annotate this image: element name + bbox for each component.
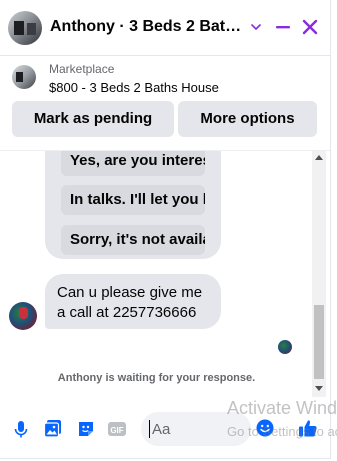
incoming-message: Can u please give me a call at 225773666…: [45, 274, 221, 329]
sender-avatar[interactable]: [9, 302, 37, 330]
photo-icon[interactable]: [43, 419, 63, 439]
chat-window: Anthony · 3 Beds 2 Baths House Marketpla…: [0, 0, 331, 459]
quick-reply-button[interactable]: Sorry, it's not available: [61, 225, 205, 255]
message-input-placeholder: Aa: [152, 421, 171, 438]
chat-title[interactable]: Anthony · 3 Beds 2 Baths House: [50, 18, 242, 36]
scrollbar[interactable]: [312, 151, 326, 397]
scroll-up-icon[interactable]: [315, 155, 323, 160]
message-list: Yes, are you interested? In talks. I'll …: [0, 150, 330, 397]
listing-thumbnail[interactable]: [12, 65, 36, 89]
listing-title[interactable]: $800 - 3 Beds 2 Baths House: [49, 80, 219, 95]
scroll-down-icon[interactable]: [315, 386, 323, 391]
contact-avatar[interactable]: [8, 11, 42, 45]
seen-indicator-avatar: [278, 340, 292, 354]
gif-icon[interactable]: GIF: [107, 419, 127, 439]
microphone-icon[interactable]: [11, 419, 31, 439]
marketplace-listing: Marketplace $800 - 3 Beds 2 Baths House …: [0, 56, 330, 150]
chat-header: Anthony · 3 Beds 2 Baths House: [0, 0, 330, 56]
gif-label: GIF: [110, 426, 123, 435]
activate-windows-watermark: Activate Windows: [227, 398, 337, 418]
sticker-icon[interactable]: [76, 419, 96, 439]
quick-reply-button[interactable]: Yes, are you interested?: [61, 151, 205, 176]
quick-reply-button[interactable]: In talks. I'll let you know: [61, 185, 205, 215]
close-icon[interactable]: [302, 19, 318, 35]
scrollbar-thumb[interactable]: [314, 305, 324, 379]
marketplace-label: Marketplace: [49, 62, 115, 76]
activate-windows-subtext: Go to Settings to activate Windows.: [227, 424, 337, 439]
mark-as-pending-button[interactable]: Mark as pending: [12, 101, 174, 137]
waiting-status: Anthony is waiting for your response.: [57, 372, 256, 384]
text-caret: [149, 420, 150, 438]
more-options-button[interactable]: More options: [178, 101, 317, 137]
minimize-icon[interactable]: [275, 19, 291, 35]
chevron-down-icon[interactable]: [249, 20, 263, 34]
